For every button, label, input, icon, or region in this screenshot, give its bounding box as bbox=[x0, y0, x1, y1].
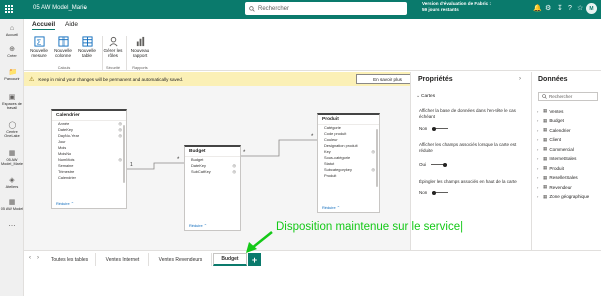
annotation-text: Disposition maintenue sur le service| bbox=[276, 221, 464, 233]
annotation-arrow-layer bbox=[246, 231, 273, 253]
annotation-arrow bbox=[251, 231, 273, 249]
annotation-arrow-head bbox=[246, 242, 257, 253]
app-window: 05 AW Model_Marie ⌄ Rechercher Version d… bbox=[0, 0, 601, 296]
